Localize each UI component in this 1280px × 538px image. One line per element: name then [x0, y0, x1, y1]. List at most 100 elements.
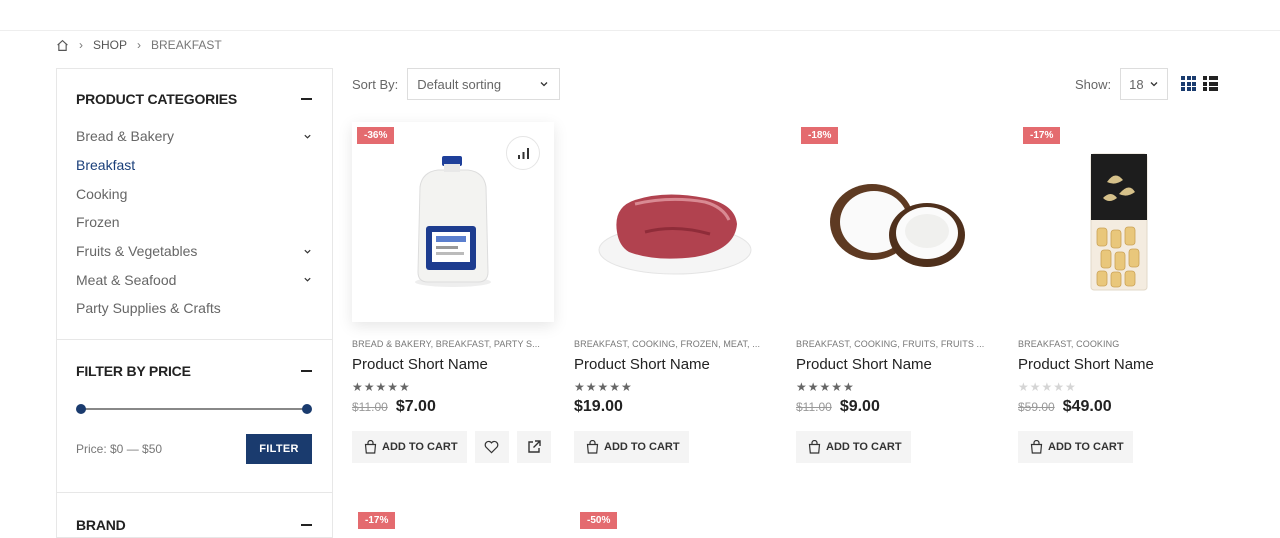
shopping-bag-icon: [808, 440, 821, 454]
chevron-down-icon[interactable]: [303, 132, 312, 141]
category-item[interactable]: Cooking: [76, 179, 312, 208]
old-price: $11.00: [796, 400, 832, 414]
category-label: Breakfast: [76, 157, 136, 174]
price: $49.00: [1062, 398, 1112, 415]
breadcrumb-current: BREAKFAST: [151, 38, 222, 52]
old-price: $59.00: [1018, 400, 1055, 414]
rating-stars: ★★★★★: [1018, 380, 1077, 394]
product-categories[interactable]: BREAKFAST, COOKING, FRUITS, FRUITS ...: [796, 339, 996, 349]
price-slider[interactable]: [76, 404, 312, 414]
quick-view-button[interactable]: [516, 431, 551, 463]
chevron-right-icon: ›: [137, 38, 142, 52]
add-to-cart-button[interactable]: ADD TO CART: [1018, 431, 1133, 463]
raw-beef-image: [598, 194, 752, 275]
sort-value: Default sorting: [417, 76, 502, 92]
price-filter-widget: FILTER BY PRICE Price: $0 — $50 FILTER: [57, 340, 332, 492]
product-name[interactable]: Product Short Name: [352, 356, 554, 373]
sort-select[interactable]: Default sorting: [407, 68, 561, 100]
slider-track: [81, 408, 307, 410]
old-price: $11.00: [352, 400, 388, 414]
product-card: -18% BREAKFAST, COOKING, FRUITS, FRUITS …: [796, 122, 998, 463]
shopping-bag-icon: [1030, 440, 1043, 454]
show-control: Show: 18: [1075, 68, 1169, 100]
coconut-image: [830, 184, 965, 267]
sale-badge: -50%: [580, 512, 618, 529]
rating-stars: ★★★★★: [352, 380, 411, 394]
sort-label: Sort By:: [352, 76, 399, 92]
breadcrumb-shop[interactable]: SHOP: [93, 38, 127, 52]
product-card: -17% BREAKFAST, COOKING Product Short Na…: [1018, 122, 1220, 463]
rating-stars: ★★★★★: [574, 380, 633, 394]
breadcrumb: › SHOP › BREAKFAST: [56, 38, 222, 52]
category-item[interactable]: Party Supplies & Crafts: [76, 294, 312, 323]
collapse-icon[interactable]: [301, 370, 312, 372]
category-label: Bread & Bakery: [76, 128, 175, 145]
category-list: Bread & Bakery Breakfast Cooking Frozen …: [76, 122, 312, 323]
product-card: BREAKFAST, COOKING, FROZEN, MEAT, ... Pr…: [574, 122, 776, 463]
slider-max-handle[interactable]: [302, 404, 312, 414]
collapse-icon[interactable]: [301, 98, 312, 100]
chevron-down-icon: [540, 82, 548, 87]
price: $9.00: [839, 398, 880, 415]
categories-title: PRODUCT CATEGORIES: [76, 91, 238, 107]
wishlist-button[interactable]: [474, 431, 509, 463]
category-label: Meat & Seafood: [76, 271, 177, 288]
shopping-bag-icon: [364, 440, 377, 454]
milk-jug-image: [415, 156, 491, 287]
add-to-cart-label: ADD TO CART: [382, 441, 458, 453]
add-to-cart-label: ADD TO CART: [826, 441, 902, 453]
product-image[interactable]: -18%: [796, 122, 998, 322]
view-toggle: [1181, 76, 1218, 91]
collapse-icon[interactable]: [301, 524, 312, 526]
category-item[interactable]: Frozen: [76, 208, 312, 237]
chevron-down-icon: [1150, 82, 1158, 87]
chevron-down-icon[interactable]: [303, 247, 312, 256]
grid-view-icon[interactable]: [1181, 76, 1196, 91]
category-label: Cooking: [76, 185, 128, 202]
add-to-cart-button[interactable]: ADD TO CART: [574, 431, 689, 463]
price-range-label: Price: $0 — $50: [76, 442, 163, 456]
brand-widget: BRAND: [57, 493, 332, 535]
category-item[interactable]: Fruits & Vegetables: [76, 237, 312, 266]
slider-min-handle[interactable]: [76, 404, 86, 414]
add-to-cart-button[interactable]: ADD TO CART: [796, 431, 911, 463]
product-name[interactable]: Product Short Name: [796, 356, 998, 373]
category-label: Frozen: [76, 214, 120, 231]
show-select[interactable]: 18: [1120, 68, 1169, 100]
category-item[interactable]: Breakfast: [76, 151, 312, 180]
price: $19.00: [574, 398, 623, 415]
sort-control: Sort By: Default sorting: [352, 68, 561, 100]
add-to-cart-button[interactable]: ADD TO CART: [352, 431, 467, 463]
show-value: 18: [1129, 76, 1144, 92]
add-to-cart-label: ADD TO CART: [604, 441, 680, 453]
home-icon[interactable]: [56, 39, 69, 52]
category-item[interactable]: Meat & Seafood: [76, 265, 312, 294]
add-to-cart-label: ADD TO CART: [1048, 441, 1124, 453]
list-view-icon[interactable]: [1203, 76, 1218, 91]
sale-badge: -18%: [801, 127, 839, 144]
sale-badge: -17%: [1023, 127, 1061, 144]
rating-stars: ★★★★★: [796, 380, 855, 394]
product-categories[interactable]: BREAKFAST, COOKING, FROZEN, MEAT, ...: [574, 339, 774, 349]
product-categories[interactable]: BREAKFAST, COOKING: [1018, 339, 1218, 349]
product-name[interactable]: Product Short Name: [574, 356, 776, 373]
compare-button[interactable]: [506, 136, 540, 170]
product-image[interactable]: -17%: [1018, 122, 1220, 322]
category-item[interactable]: Bread & Bakery: [76, 122, 312, 151]
product-card: -36% BREAD & BAKERY, BREAKFAST, PARTY S.…: [352, 122, 554, 463]
shopping-bag-icon: [586, 440, 599, 454]
chevron-down-icon[interactable]: [303, 275, 312, 284]
price-filter-title: FILTER BY PRICE: [76, 363, 191, 379]
category-label: Fruits & Vegetables: [76, 243, 198, 260]
product-categories[interactable]: BREAD & BAKERY, BREAKFAST, PARTY S...: [352, 339, 552, 349]
product-name[interactable]: Product Short Name: [1018, 356, 1220, 373]
sidebar: PRODUCT CATEGORIES Bread & Bakery Breakf…: [56, 68, 333, 538]
filter-button[interactable]: FILTER: [246, 434, 312, 464]
sale-badge: -17%: [358, 512, 396, 529]
sale-badge: -36%: [357, 127, 395, 144]
show-label: Show:: [1075, 76, 1112, 92]
product-image[interactable]: -36%: [352, 122, 554, 322]
chevron-right-icon: ›: [79, 38, 83, 52]
category-label: Party Supplies & Crafts: [76, 300, 221, 317]
product-image[interactable]: [574, 122, 776, 322]
